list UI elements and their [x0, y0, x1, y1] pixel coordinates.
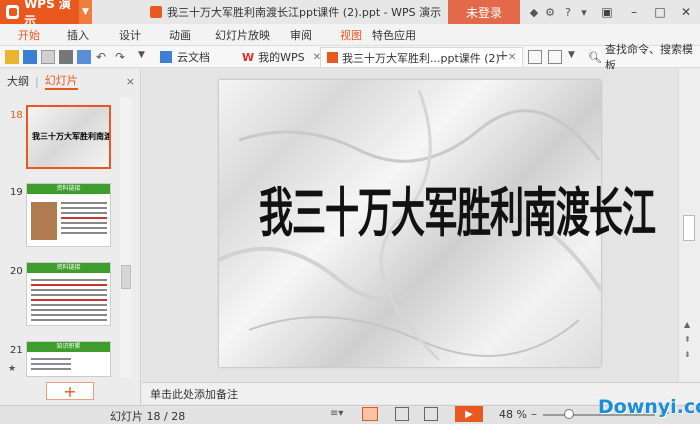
tab-slideshow[interactable]: 幻灯片放映	[215, 24, 270, 46]
search-icon: 🔍︎	[588, 50, 602, 64]
reading-view-icon[interactable]	[424, 407, 438, 421]
thumbnail-number: 21	[10, 345, 23, 356]
slide-sorter-icon[interactable]	[395, 407, 409, 421]
close-panel-icon[interactable]: ×	[126, 75, 135, 88]
login-button[interactable]: 未登录	[448, 0, 520, 24]
chevron-down-icon[interactable]: ▼	[78, 0, 93, 24]
zoom-slider-handle[interactable]	[564, 409, 574, 419]
ppt-file-icon	[150, 6, 162, 18]
notes-placeholder: 单击此处添加备注	[150, 387, 238, 401]
open-icon[interactable]	[5, 50, 19, 64]
maximize-icon[interactable]: □	[648, 0, 672, 24]
thumbnail-number: 18	[10, 110, 23, 121]
close-tab-icon[interactable]: ✕	[508, 52, 516, 63]
scroll-up-icon[interactable]: ▲	[684, 320, 690, 329]
tab-design[interactable]: 设计	[119, 24, 141, 46]
wps-w-icon: W	[242, 50, 255, 64]
help-icon[interactable]: ?	[561, 5, 575, 19]
tab-outline[interactable]: 大纲	[7, 73, 29, 89]
play-slideshow-button[interactable]: ▶	[455, 406, 483, 422]
slide-title[interactable]: 我三十万大军胜利南渡长江	[259, 171, 656, 247]
tile-icon[interactable]	[548, 50, 562, 64]
preview-icon[interactable]	[77, 50, 91, 64]
thumbnail-title: 知识积累	[27, 342, 110, 352]
zoom-level: 48 %	[499, 408, 527, 421]
undo-icon[interactable]: ↶	[96, 50, 110, 64]
tab-slides[interactable]: 幻灯片	[44, 72, 78, 90]
watermark-logo: Downyi.com	[598, 396, 700, 418]
thumbnail-title: 资料链接	[27, 263, 110, 273]
view-options-icon[interactable]: ≡▾	[330, 408, 343, 419]
cloud-icon	[160, 51, 172, 63]
thumbnail-scrollbar[interactable]	[120, 97, 132, 377]
tab-cloud-docs[interactable]: 云文档	[154, 47, 216, 67]
tab-my-wps[interactable]: W 我的WPS ✕	[236, 47, 327, 67]
settings-icon[interactable]: ⚙	[543, 5, 557, 19]
prev-slide-icon[interactable]: ⇞	[684, 335, 691, 344]
more-arrow-icon[interactable]: ▼	[568, 50, 582, 64]
command-search[interactable]: 🔍︎ 查找命令、搜索模板	[588, 43, 700, 72]
slide-counter: 幻灯片 18 / 28	[110, 410, 186, 423]
tab-home[interactable]: 开始	[18, 24, 40, 46]
restore-icon[interactable]: ▣	[595, 0, 619, 24]
tab-insert[interactable]: 插入	[67, 24, 89, 46]
thumbnail-number: 19	[10, 187, 23, 198]
tab-features[interactable]: 特色应用	[372, 24, 416, 46]
skin-icon[interactable]: ◆	[527, 5, 541, 19]
window-icon[interactable]	[528, 50, 542, 64]
portrait-image	[31, 202, 57, 240]
thumbnail-number: 20	[10, 266, 23, 277]
ppt-file-icon	[327, 52, 338, 63]
slide-thumbnail-20[interactable]: 资料链接	[26, 262, 111, 326]
add-slide-button[interactable]: +	[46, 382, 94, 401]
canvas-scrollbar[interactable]: ▲ ⇞ ⇟	[678, 69, 700, 382]
tab-animation[interactable]: 动画	[169, 24, 191, 46]
slide-thumbnail-21[interactable]: 知识积累	[26, 341, 111, 377]
next-slide-icon[interactable]: ⇟	[684, 350, 691, 359]
tab-view[interactable]: 视图	[340, 24, 362, 46]
slides-panel-header: 大纲 | 幻灯片 ×	[7, 72, 135, 90]
tab-current-document[interactable]: 我三十万大军胜利...ppt课件 (2) ✕	[320, 47, 524, 67]
normal-view-icon[interactable]	[362, 407, 378, 421]
scrollbar-thumb[interactable]	[121, 265, 131, 289]
wps-window: WPS 演示 ▼ 我三十万大军胜利南渡长江ppt课件 (2).ppt - WPS…	[0, 0, 700, 424]
thumbnail-title: 我三十万大军胜利南渡长江	[32, 132, 109, 141]
thumbnail-title: 资料链接	[27, 184, 110, 194]
export-icon[interactable]	[41, 50, 55, 64]
document-title: 我三十万大军胜利南渡长江ppt课件 (2).ppt - WPS 演示	[150, 0, 441, 24]
app-menu-button[interactable]: WPS 演示 ▼	[0, 0, 93, 28]
customize-arrow-icon[interactable]: ▼	[138, 50, 152, 64]
wps-logo-icon	[6, 5, 20, 19]
scrollbar-thumb[interactable]	[683, 215, 695, 241]
new-tab-icon[interactable]: +	[497, 48, 509, 64]
minimize-icon[interactable]: –	[622, 0, 646, 24]
slide-thumbnail-19[interactable]: 资料链接	[26, 183, 111, 247]
redo-icon[interactable]: ↷	[115, 50, 129, 64]
save-icon[interactable]	[23, 50, 37, 64]
zoom-out-icon[interactable]: –	[531, 407, 537, 421]
tab-review[interactable]: 审阅	[290, 24, 312, 46]
minimize-ribbon-icon[interactable]: ▾	[577, 5, 591, 19]
slide-thumbnail-18[interactable]: 我三十万大军胜利南渡长江	[26, 105, 111, 169]
close-icon[interactable]: ✕	[674, 0, 698, 24]
print-icon[interactable]	[59, 50, 73, 64]
current-slide[interactable]: 我三十万大军胜利南渡长江	[219, 80, 656, 367]
star-icon: ★	[8, 364, 17, 374]
